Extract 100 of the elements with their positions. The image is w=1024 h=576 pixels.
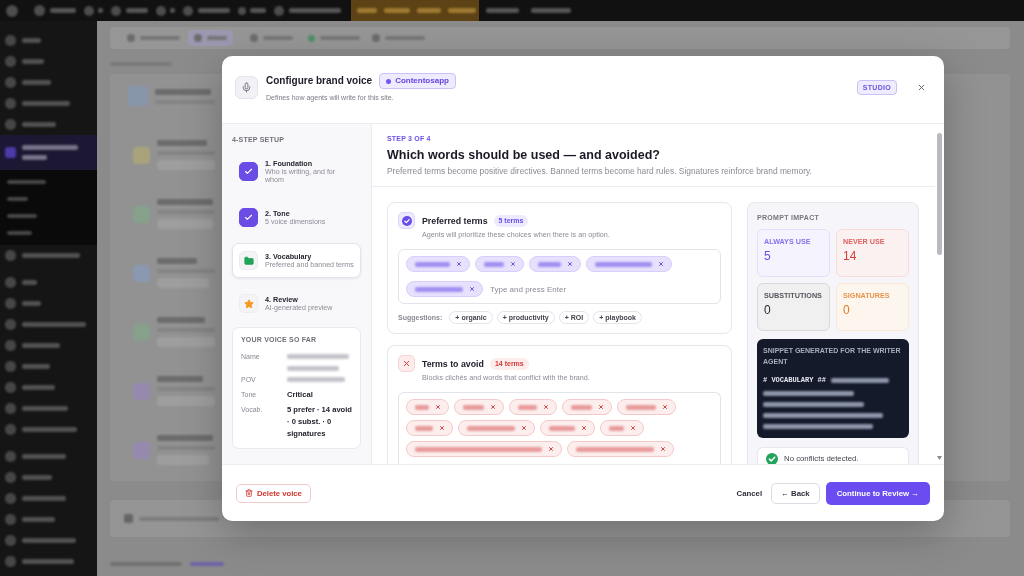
blurred-text bbox=[22, 406, 68, 411]
remove-icon[interactable] bbox=[658, 261, 664, 267]
blurred-icon bbox=[84, 5, 94, 16]
remove-icon[interactable] bbox=[548, 446, 554, 452]
blurred-icon bbox=[5, 535, 16, 546]
stat-value: 14 bbox=[843, 249, 858, 263]
blurred-text bbox=[190, 562, 224, 566]
blurred-text bbox=[22, 301, 41, 306]
blurred-icon bbox=[5, 147, 16, 158]
blurred-text bbox=[7, 230, 32, 235]
blurred-text bbox=[157, 219, 213, 229]
blurred-text bbox=[22, 496, 66, 501]
blurred-text bbox=[531, 8, 571, 13]
blurred-text bbox=[448, 8, 476, 13]
remove-icon[interactable] bbox=[456, 261, 462, 267]
blurred-text bbox=[415, 261, 450, 267]
blurred-icon bbox=[238, 6, 246, 15]
blurred-text bbox=[484, 261, 504, 267]
blurred-text bbox=[609, 425, 624, 431]
remove-icon[interactable] bbox=[490, 404, 496, 410]
blurred-text bbox=[22, 427, 77, 432]
blurred-text bbox=[22, 364, 50, 369]
blurred-icon bbox=[156, 5, 166, 16]
blurred-icon bbox=[5, 277, 16, 288]
tag-input[interactable]: Type and press Enter bbox=[488, 281, 713, 297]
trash-icon bbox=[245, 489, 253, 497]
blurred-text bbox=[126, 8, 148, 13]
blurred-text bbox=[549, 425, 575, 431]
blurred-icon bbox=[133, 146, 150, 164]
blurred-text bbox=[831, 377, 889, 383]
remove-icon[interactable] bbox=[567, 261, 573, 267]
blurred-icon bbox=[5, 424, 16, 435]
remove-icon[interactable] bbox=[660, 446, 666, 452]
tags-field[interactable] bbox=[398, 392, 721, 464]
card-title: Preferred terms bbox=[422, 215, 488, 226]
blurred-text bbox=[157, 435, 213, 441]
scroll-down-icon[interactable] bbox=[937, 456, 942, 460]
blurred-icon bbox=[5, 250, 16, 261]
blurred-icon bbox=[183, 5, 193, 16]
blurred-text bbox=[22, 454, 66, 459]
blurred-text bbox=[170, 8, 175, 13]
blurred-text bbox=[7, 196, 28, 201]
close-icon[interactable] bbox=[917, 83, 926, 92]
remove-icon[interactable] bbox=[510, 261, 516, 267]
blurred-text bbox=[287, 377, 345, 382]
blurred-icon bbox=[274, 5, 284, 16]
blurred-icon bbox=[5, 98, 16, 109]
blurred-icon bbox=[5, 319, 16, 330]
blurred-icon bbox=[5, 403, 16, 414]
blurred-icon bbox=[111, 5, 121, 16]
remove-icon[interactable] bbox=[435, 404, 441, 410]
blurred-text bbox=[250, 8, 266, 13]
remove-icon[interactable] bbox=[581, 425, 587, 431]
tags-field[interactable]: Type and press Enter bbox=[398, 249, 721, 304]
blurred-text bbox=[22, 145, 78, 150]
blurred-icon bbox=[128, 86, 148, 106]
blurred-text bbox=[22, 343, 60, 348]
blurred-text bbox=[22, 59, 44, 64]
scrollbar-thumb[interactable] bbox=[937, 133, 942, 255]
remove-icon[interactable] bbox=[662, 404, 668, 410]
blurred-text bbox=[157, 199, 213, 205]
blurred-text bbox=[22, 155, 47, 160]
blurred-icon bbox=[5, 119, 16, 130]
remove-icon[interactable] bbox=[439, 425, 445, 431]
blurred-text bbox=[207, 36, 227, 40]
blurred-text bbox=[157, 455, 209, 465]
cross-icon bbox=[398, 355, 415, 372]
blurred-text bbox=[157, 317, 205, 323]
remove-icon[interactable] bbox=[469, 286, 475, 292]
blurred-text bbox=[289, 8, 341, 13]
stat-value: 0 bbox=[764, 303, 772, 317]
blurred-text bbox=[7, 213, 37, 218]
remove-icon[interactable] bbox=[521, 425, 527, 431]
dialog-title: Configure brand voice bbox=[266, 75, 373, 87]
remove-icon[interactable] bbox=[630, 425, 636, 431]
stat-value: 5 bbox=[764, 249, 772, 263]
remove-icon[interactable] bbox=[598, 404, 604, 410]
blurred-text bbox=[155, 88, 211, 95]
blurred-icon bbox=[133, 382, 150, 400]
blurred-text bbox=[538, 261, 561, 267]
blurred-text bbox=[22, 538, 76, 543]
dot-icon bbox=[386, 78, 392, 84]
blurred-text bbox=[626, 404, 656, 410]
blurred-text bbox=[518, 404, 537, 410]
blurred-text bbox=[415, 404, 429, 410]
blurred-icon bbox=[5, 35, 16, 46]
blurred-icon bbox=[5, 298, 16, 309]
blurred-icon bbox=[5, 451, 16, 462]
badge-label: Contentosapp bbox=[395, 76, 449, 86]
blurred-text bbox=[157, 337, 215, 347]
blurred-text bbox=[22, 517, 55, 522]
remove-icon[interactable] bbox=[543, 404, 549, 410]
blurred-text bbox=[417, 8, 441, 13]
blurred-text bbox=[198, 8, 230, 13]
step-description: Preferred terms become positive directives. Banned terms become hard rules. Signatures reinforce brand memory. bbox=[387, 166, 813, 177]
blurred-icon bbox=[127, 34, 135, 42]
blurred-text bbox=[50, 8, 76, 13]
blurred-icon bbox=[5, 77, 16, 88]
blurred-text bbox=[22, 38, 41, 43]
blurred-text bbox=[287, 366, 339, 371]
